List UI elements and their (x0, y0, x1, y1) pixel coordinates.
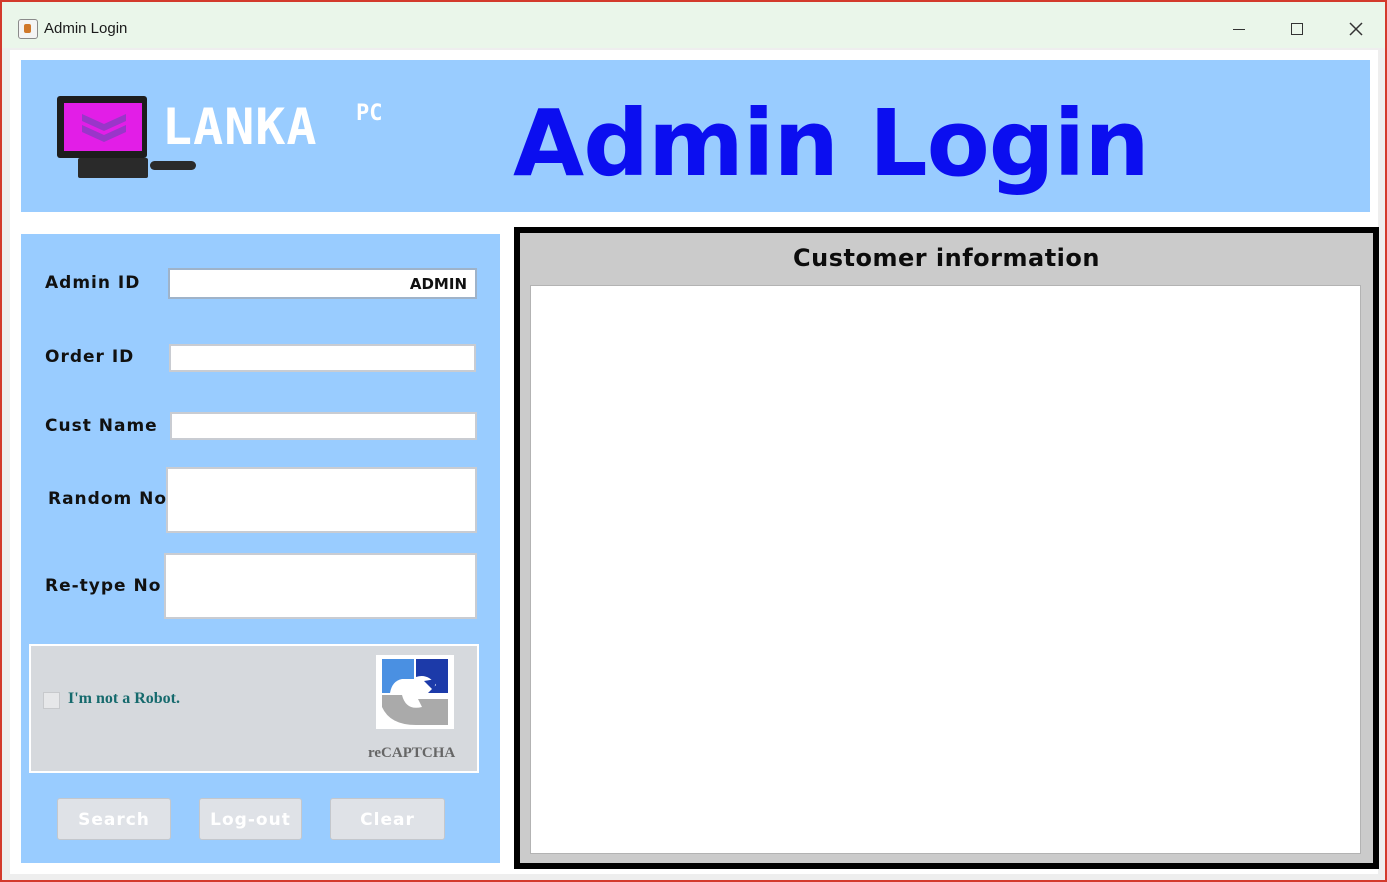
minimize-button[interactable] (1216, 12, 1262, 46)
clear-button[interactable]: Clear (330, 798, 445, 840)
not-robot-checkbox[interactable] (43, 692, 60, 709)
retype-no-field[interactable] (164, 553, 477, 619)
admin-id-label: Admin ID (45, 273, 141, 293)
retype-no-label: Re-type No (45, 576, 162, 596)
close-button[interactable] (1333, 12, 1379, 46)
customer-info-textarea[interactable] (530, 285, 1361, 854)
logout-button[interactable]: Log-out (199, 798, 302, 840)
mouse-icon (150, 161, 196, 170)
search-button[interactable]: Search (57, 798, 171, 840)
random-no-label: Random No (48, 489, 168, 509)
window-title: Admin Login (44, 20, 128, 37)
java-app-icon (18, 19, 38, 39)
page-title: Admin Login (513, 90, 1150, 197)
recaptcha-icon (376, 655, 454, 729)
recaptcha-brand: reCAPTCHA (368, 745, 456, 761)
cust-name-field[interactable] (170, 412, 477, 440)
admin-id-field[interactable] (168, 268, 477, 299)
order-id-field[interactable] (169, 344, 476, 372)
random-no-field[interactable] (166, 467, 477, 533)
keyboard-icon (78, 158, 148, 178)
not-robot-label[interactable]: I'm not a Robot. (68, 690, 180, 708)
chevron-emblem-icon (82, 114, 126, 142)
captcha-box: I'm not a Robot. reCAPTCHA (29, 644, 479, 773)
order-id-label: Order ID (45, 347, 135, 367)
cust-name-label: Cust Name (45, 416, 158, 436)
customer-info-title: Customer information (793, 244, 1100, 272)
close-icon (1349, 22, 1363, 36)
logo-text: LANKA (162, 98, 318, 156)
maximize-button[interactable] (1274, 12, 1320, 46)
title-bar[interactable]: Admin Login (2, 2, 1385, 48)
logo-sub-text: PC (356, 101, 383, 126)
